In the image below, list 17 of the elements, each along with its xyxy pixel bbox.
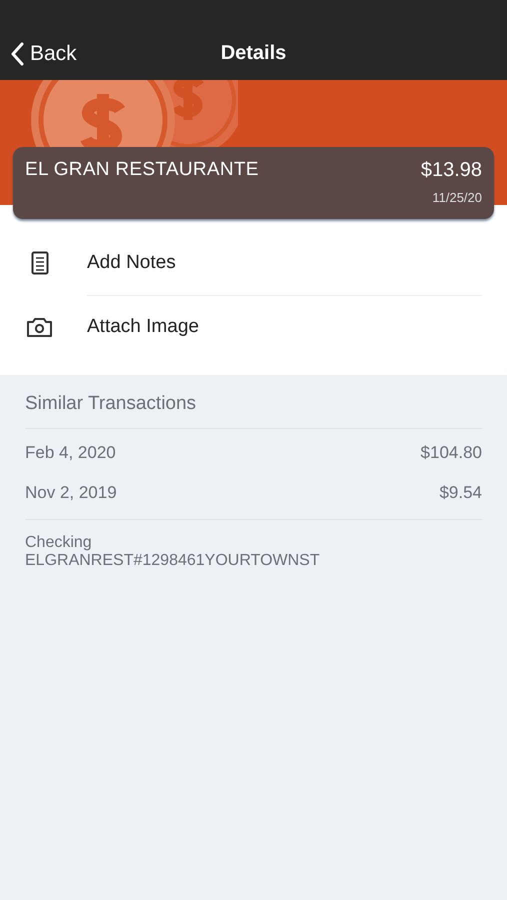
chevron-left-icon <box>10 42 24 66</box>
transaction-date: 11/25/20 <box>432 190 482 205</box>
transaction-amount: $13.98 <box>420 159 482 182</box>
transaction-amount: $104.80 <box>420 443 482 463</box>
transaction-date: Nov 2, 2019 <box>25 483 117 503</box>
back-button[interactable]: Back <box>0 42 77 66</box>
action-item[interactable]: Add Notes <box>87 252 176 274</box>
action-item[interactable]: Attach Image <box>87 316 199 338</box>
transaction-date: Feb 4, 2020 <box>25 443 116 463</box>
section-title: Similar Transactions <box>25 393 196 414</box>
transaction-amount: $9.54 <box>439 483 482 503</box>
camera-icon <box>26 316 53 338</box>
merchant-name: EL GRAN RESTAURANTE <box>25 159 259 182</box>
notes-icon <box>30 251 48 275</box>
screen-title: Details <box>220 42 286 64</box>
transaction-description: ELGRANREST#1298461YOURTOWNST <box>25 552 321 570</box>
account-name: Checking <box>25 534 93 552</box>
